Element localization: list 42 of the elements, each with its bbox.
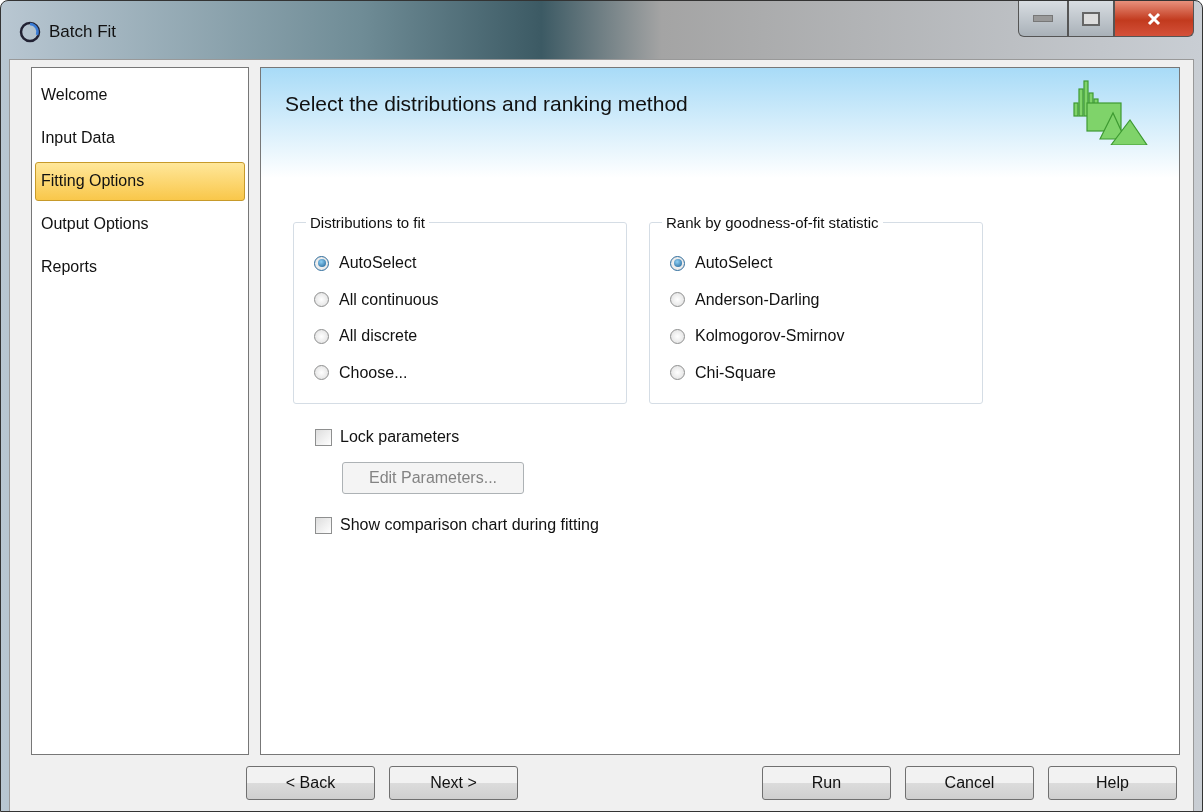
maximize-button[interactable] bbox=[1068, 1, 1114, 37]
sidebar-item[interactable]: Reports bbox=[35, 248, 245, 287]
window-title: Batch Fit bbox=[49, 22, 117, 42]
close-icon bbox=[1146, 11, 1162, 26]
nav-button[interactable]: < Back bbox=[246, 766, 375, 800]
radio-button[interactable] bbox=[314, 255, 329, 271]
checkbox-label[interactable]: Show comparison chart during fitting bbox=[340, 516, 599, 534]
radio-label[interactable]: Kolmogorov-Smirnov bbox=[695, 327, 845, 346]
close-button[interactable] bbox=[1114, 1, 1194, 37]
radio-label[interactable]: Choose... bbox=[339, 363, 408, 382]
radio-label[interactable]: Chi-Square bbox=[695, 363, 776, 382]
checkbox-label[interactable]: Lock parameters bbox=[340, 428, 460, 446]
checkbox[interactable] bbox=[315, 428, 332, 446]
sidebar-item[interactable]: Fitting Options bbox=[35, 162, 245, 201]
group-title: Rank by goodness-of-fit statistic bbox=[665, 214, 880, 231]
minimize-button[interactable] bbox=[1018, 1, 1068, 37]
radio-button[interactable] bbox=[670, 328, 685, 344]
action-button[interactable]: Cancel bbox=[905, 766, 1034, 800]
page-heading: Select the distributions and ranking method bbox=[285, 92, 688, 116]
radio-label[interactable]: AutoSelect bbox=[339, 254, 417, 273]
sidebar-item[interactable]: Output Options bbox=[35, 205, 245, 244]
radio-button[interactable] bbox=[670, 365, 685, 381]
distribution-shapes-icon bbox=[1073, 79, 1149, 145]
radio-label[interactable]: Anderson-Darling bbox=[695, 290, 820, 309]
radio-label[interactable]: AutoSelect bbox=[695, 254, 773, 273]
action-button[interactable]: Help bbox=[1048, 766, 1177, 800]
minimize-icon bbox=[1033, 15, 1053, 22]
radio-button[interactable] bbox=[670, 292, 685, 308]
group-title: Distributions to fit bbox=[309, 214, 427, 231]
radio-button[interactable] bbox=[670, 255, 685, 271]
checkbox[interactable] bbox=[315, 516, 332, 534]
radio-button[interactable] bbox=[314, 365, 329, 381]
sidebar-item[interactable]: Welcome bbox=[35, 76, 245, 115]
radio-button[interactable] bbox=[314, 292, 329, 308]
radio-label[interactable]: All discrete bbox=[339, 327, 418, 346]
ring-icon bbox=[19, 21, 41, 43]
radio-label[interactable]: All continuous bbox=[339, 290, 439, 309]
action-button[interactable]: Run bbox=[762, 766, 891, 800]
maximize-icon bbox=[1082, 11, 1100, 26]
nav-button[interactable]: Next > bbox=[389, 766, 518, 800]
radio-button[interactable] bbox=[314, 328, 329, 344]
sidebar-item[interactable]: Input Data bbox=[35, 119, 245, 158]
